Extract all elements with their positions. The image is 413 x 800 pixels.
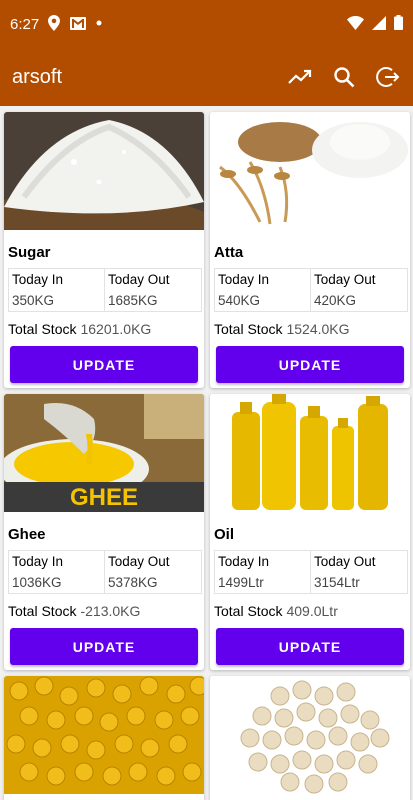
oil-image [210, 394, 410, 512]
today-in-value: 350KG [12, 293, 55, 308]
update-button[interactable]: UPDATE [216, 628, 404, 665]
product-name: Oil [214, 526, 235, 543]
status-time: 6:27 [10, 16, 40, 33]
wifi-icon [347, 15, 364, 30]
product-name: Atta [214, 244, 244, 261]
signal-icon [372, 15, 386, 30]
today-out-value: 3154Ltr [314, 575, 360, 590]
notification-dot-icon [96, 20, 102, 26]
product-name: Sugar [8, 244, 51, 261]
product-card [4, 676, 204, 800]
ghee-image-label: GHEE [69, 484, 138, 511]
atta-image [210, 112, 410, 230]
total-stock-label: Total Stock [8, 603, 77, 619]
today-in-label: Today In [218, 554, 270, 569]
chickpea-image [210, 676, 410, 794]
product-grid: Sugar Today In 350KG Today Out 1685KG Tota… [0, 106, 413, 800]
stock-table: Today In 350KG Today Out 1685KG [8, 268, 202, 312]
sugar-image [4, 112, 204, 230]
trending-chart-icon [288, 69, 312, 84]
today-in-label: Today In [12, 272, 64, 287]
today-in-value: 1036KG [12, 575, 62, 590]
today-in-label: Today In [218, 272, 270, 287]
today-out-value: 5378KG [108, 575, 158, 590]
battery-icon [394, 15, 403, 30]
total-stock-label: Total Stock [214, 321, 283, 337]
app-bar: arsoft [0, 48, 413, 106]
total-stock-value: 409.0Ltr [286, 603, 338, 619]
product-card: GHEE Ghee Today In 1036KG Today Out 5378KG… [4, 394, 204, 670]
gmail-icon [70, 16, 86, 30]
product-card: Atta Today In 540KG Today Out 420KG Total … [210, 112, 410, 388]
total-stock-value: 16201.0KG [80, 321, 152, 337]
stock-table: Today In 540KG Today Out 420KG [214, 268, 408, 312]
today-in-value: 540KG [218, 293, 261, 308]
total-stock-value: 1524.0KG [286, 321, 350, 337]
today-out-label: Today Out [108, 272, 170, 287]
chana-dal-image [4, 676, 204, 794]
app-title: arsoft [12, 66, 63, 88]
logout-button[interactable] [375, 64, 401, 90]
update-button[interactable]: UPDATE [216, 346, 404, 383]
today-in-label: Today In [12, 554, 64, 569]
product-card [210, 676, 410, 800]
today-out-value: 1685KG [108, 293, 158, 308]
logout-icon [376, 67, 400, 87]
total-stock-label: Total Stock [8, 321, 77, 337]
today-out-label: Today Out [314, 272, 376, 287]
status-bar: 6:27 [0, 0, 413, 48]
product-name: Ghee [8, 526, 46, 543]
product-card: Oil Today In 1499Ltr Today Out 3154Ltr Tot… [210, 394, 410, 670]
today-out-label: Today Out [108, 554, 170, 569]
chart-button[interactable] [287, 64, 313, 90]
location-icon [48, 15, 60, 31]
today-in-value: 1499Ltr [218, 575, 264, 590]
update-button[interactable]: UPDATE [10, 346, 198, 383]
total-stock-value: -213.0KG [80, 603, 141, 619]
stock-table: Today In 1036KG Today Out 5378KG [8, 550, 202, 594]
today-out-label: Today Out [314, 554, 376, 569]
stock-table: Today In 1499Ltr Today Out 3154Ltr [214, 550, 408, 594]
search-button[interactable] [331, 64, 357, 90]
total-stock-label: Total Stock [214, 603, 283, 619]
update-button[interactable]: UPDATE [10, 628, 198, 665]
product-card: Sugar Today In 350KG Today Out 1685KG Tota… [4, 112, 204, 388]
search-icon [334, 67, 355, 88]
today-out-value: 420KG [314, 293, 357, 308]
